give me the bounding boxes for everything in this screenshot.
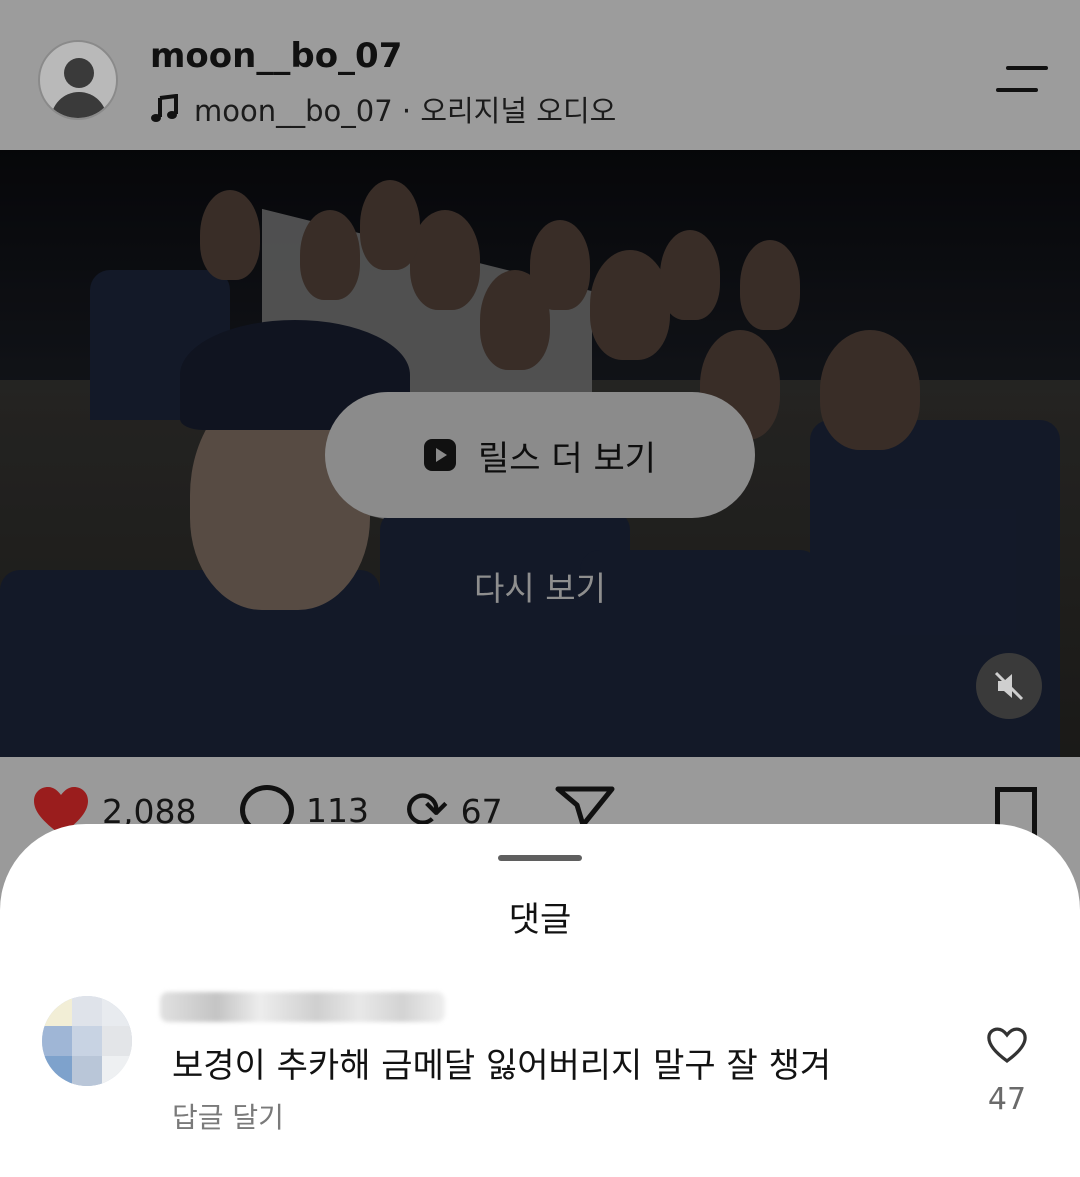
comment-like-count: 47 <box>987 1082 1027 1117</box>
audio-row[interactable]: moon__bo_07 · 오리지널 오디오 <box>150 88 616 130</box>
sheet-grabber[interactable] <box>498 855 582 861</box>
sheet-title: 댓글 <box>508 900 572 940</box>
heart-outline-icon <box>987 1027 1027 1063</box>
send-icon <box>555 786 615 828</box>
commenter-avatar[interactable] <box>42 996 132 1086</box>
music-note-icon <box>151 94 178 122</box>
play-icon <box>423 439 456 471</box>
comments-sheet: 댓글 보경이 추카해 금메달 잃어버리지 말구 잘 챙겨 답글 달기 47 <box>0 824 1080 1177</box>
post-username[interactable]: moon__bo_07 <box>150 36 402 76</box>
profile-avatar[interactable] <box>38 40 118 120</box>
audio-label: moon__bo_07 · 오리지널 오디오 <box>194 94 617 128</box>
post-header: moon__bo_07 moon__bo_07 · 오리지널 오디오 <box>0 0 1080 150</box>
comment-text: 보경이 추카해 금메달 잃어버리지 말구 잘 챙겨 <box>172 1046 832 1086</box>
video-player[interactable]: 릴스 더 보기 다시 보기 <box>0 150 1080 757</box>
mute-button[interactable] <box>976 653 1042 719</box>
more-reels-label: 릴스 더 보기 <box>477 438 656 479</box>
commenter-name-blurred[interactable] <box>160 992 445 1022</box>
replay-button[interactable]: 다시 보기 <box>0 562 1080 610</box>
comment-like-button[interactable] <box>980 1026 1034 1068</box>
share-button[interactable] <box>555 785 615 829</box>
speaker-muted-icon <box>994 671 1024 701</box>
more-reels-button[interactable]: 릴스 더 보기 <box>325 392 755 518</box>
menu-icon[interactable] <box>992 66 1048 96</box>
reply-button[interactable]: 답글 달기 <box>172 1096 284 1136</box>
